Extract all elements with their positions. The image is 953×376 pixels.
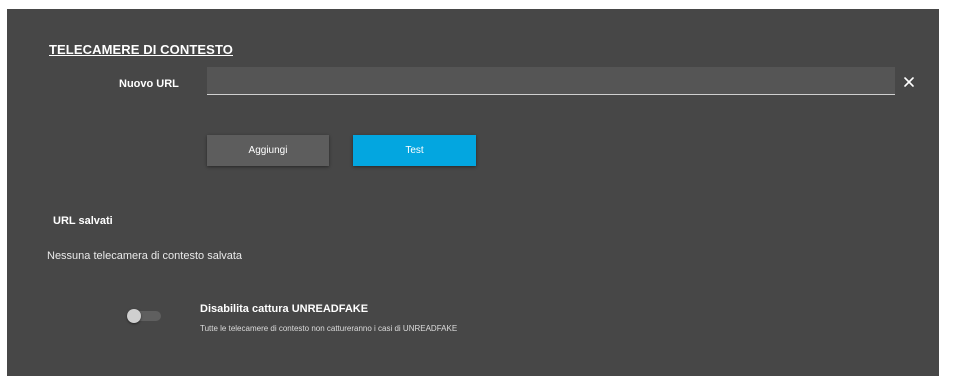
- toggle-knob: [127, 309, 141, 323]
- new-url-label: Nuovo URL: [119, 78, 179, 90]
- unreadfake-toggle-title: Disabilita cattura UNREADFAKE: [200, 303, 369, 315]
- section-title: TELECAMERE DI CONTESTO: [49, 42, 233, 57]
- empty-saved-message: Nessuna telecamera di contesto salvata: [47, 250, 243, 262]
- disable-unreadfake-toggle[interactable]: [127, 309, 163, 323]
- close-icon: [904, 77, 914, 87]
- add-button[interactable]: Aggiungi: [207, 135, 329, 166]
- saved-urls-heading: URL salvati: [53, 215, 113, 227]
- unreadfake-toggle-description: Tutte le telecamere di contesto non catt…: [200, 324, 458, 333]
- new-url-input[interactable]: [207, 67, 895, 95]
- test-button[interactable]: Test: [353, 135, 476, 166]
- context-cameras-panel: TELECAMERE DI CONTESTO Nuovo URL Aggiung…: [7, 9, 939, 376]
- clear-url-button[interactable]: [900, 73, 918, 91]
